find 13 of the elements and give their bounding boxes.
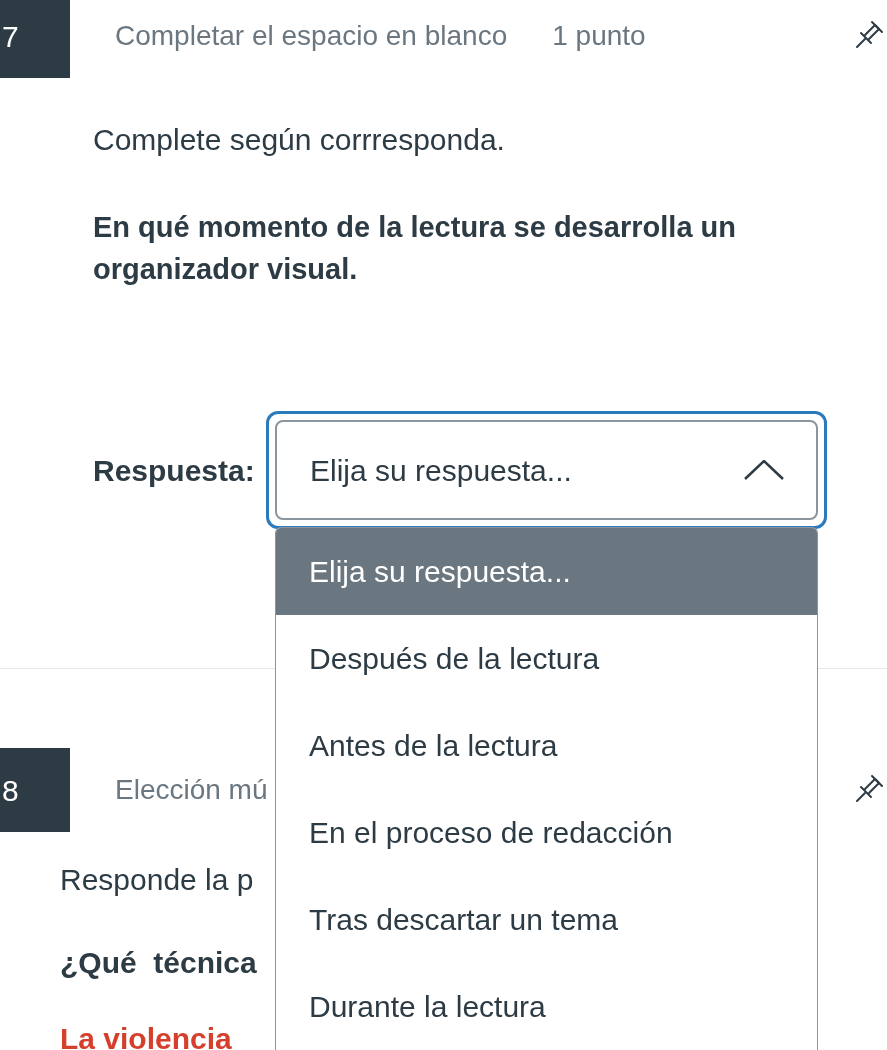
question-number: 7 (0, 0, 70, 78)
excerpt-text: La violencia (60, 1021, 232, 1050)
question-prompt: En qué momento de la lectura se desarrolla un organizador visual. (93, 210, 737, 287)
question-type: Completar el espacio en blanco (115, 19, 508, 53)
answer-label: Respuesta: (93, 452, 256, 489)
instruction-text: Responde la p (60, 862, 254, 898)
question-points: 1 punto (552, 19, 646, 53)
question-type: Elección mú (115, 773, 268, 807)
question-prompt: ¿Qué técnica (60, 945, 257, 981)
question-number: 8 (0, 748, 70, 832)
dropdown-option[interactable]: Elija su respuesta... (276, 528, 817, 615)
answer-select[interactable]: Elija su respuesta... (275, 420, 818, 520)
instruction-text: Complete según corrresponda. (93, 122, 505, 158)
